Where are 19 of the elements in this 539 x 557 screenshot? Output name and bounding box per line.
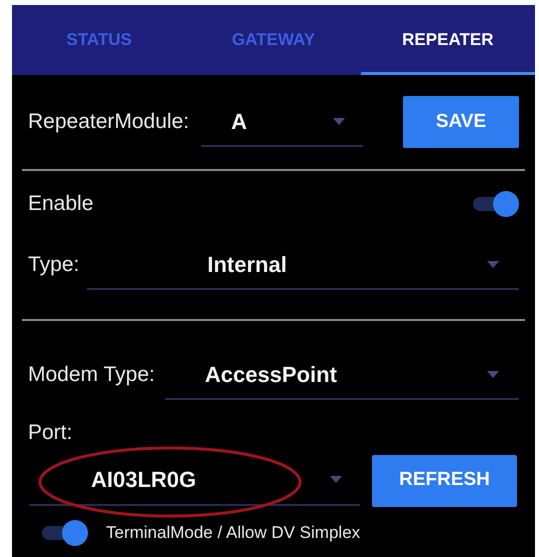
enable-toggle[interactable]	[471, 190, 519, 218]
module-select[interactable]: A	[201, 97, 364, 147]
modem-type-select[interactable]: AccessPoint	[164, 350, 519, 400]
tab[interactable]: REPEATER	[360, 5, 535, 75]
port-select[interactable]: AI03LR0G	[29, 456, 360, 506]
type-select[interactable]: Internal	[87, 240, 519, 290]
toggle-label: TerminalMode / Allow DV Simplex	[106, 522, 360, 544]
field-label: Enable	[28, 191, 94, 218]
terminal-mode-toggle[interactable]	[40, 518, 88, 546]
refresh-button[interactable]: REFRESH	[372, 454, 517, 506]
caret-icon	[333, 118, 346, 124]
save-button[interactable]: SAVE	[403, 96, 519, 148]
field-label: Port:	[28, 421, 72, 444]
field-label: Modem Type:	[28, 362, 155, 388]
field-label: RepeaterModule:	[28, 109, 190, 136]
caret-icon	[330, 476, 342, 483]
field-label: Type:	[28, 252, 80, 278]
caret-icon	[487, 370, 499, 378]
caret-icon	[487, 260, 499, 268]
